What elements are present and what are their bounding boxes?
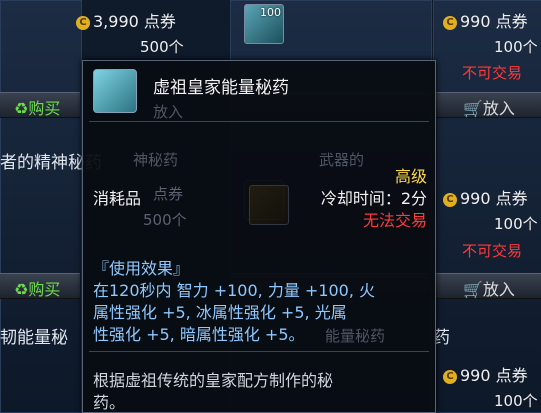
price-label-right-2: C 990 点券: [443, 185, 528, 209]
coin-icon: C: [76, 15, 90, 30]
effect-header: 『使用效果』: [93, 259, 190, 278]
cooldown-label: 冷却时间：2分: [320, 189, 427, 208]
bg-ghost-text: 武器的: [319, 151, 365, 169]
buy-button-label: ♻购买: [14, 280, 61, 299]
price-label-right-1: C 990 点券: [443, 8, 528, 32]
description-line: 根据虚祖传统的皇家配方制作的秘: [93, 371, 334, 390]
quantity-right-2: 100个: [494, 215, 538, 233]
bg-ghost-text: 500个: [143, 211, 187, 229]
buy-button[interactable]: ♻购买: [0, 92, 80, 118]
bg-item-icon: [249, 185, 289, 225]
bg-ghost-text: 放入: [153, 103, 184, 121]
divider: [89, 351, 429, 352]
coin-icon: C: [443, 192, 457, 207]
price-label-right-3: C 990 点券: [443, 362, 528, 386]
effect-line: 在120秒内 智力 +100, 力量 +100, 火: [93, 281, 376, 300]
putin-label: 🛒放入: [463, 99, 515, 118]
price-label: C 3,990 点券: [76, 8, 176, 32]
potion-icon: [93, 69, 137, 113]
left-shop-column: [0, 0, 82, 413]
quantity-label: 500个: [140, 38, 184, 56]
divider: [89, 121, 429, 122]
item-type: 消耗品: [93, 189, 142, 208]
potion-slot-icon[interactable]: 100: [244, 4, 284, 44]
trade-status: 无法交易: [362, 211, 427, 230]
untradable-label-1: 不可交易: [462, 64, 523, 82]
buy-button-2[interactable]: ♻购买: [0, 273, 80, 299]
grade-label: 高级: [394, 167, 427, 186]
section-title-2: 韧能量秘: [0, 328, 68, 348]
coin-icon: C: [443, 369, 457, 384]
cart-icon: 🛒: [463, 99, 483, 118]
buy-button-label: ♻购买: [14, 99, 61, 118]
cart-icon: 🛒: [463, 280, 483, 299]
effect-line: 属性强化 +5, 冰属性强化 +5, 光属: [93, 303, 347, 322]
description-line: 药。: [93, 393, 126, 412]
putin-label: 🛒放入: [463, 280, 515, 299]
item-tooltip: 虚祖皇家能量秘药 点券 500个 神秘药 武器的 放入 能量秘药 高级 消耗品 …: [82, 60, 436, 413]
bg-ghost-text: 神秘药: [133, 151, 179, 169]
effect-line: 性强化 +5, 暗属性强化 +5。: [93, 325, 305, 344]
item-name: 虚祖皇家能量秘药: [153, 78, 289, 98]
quantity-right-1: 100个: [494, 38, 538, 56]
untradable-label-2: 不可交易: [462, 242, 523, 260]
putin-button-2[interactable]: 🛒放入: [433, 273, 541, 299]
coin-icon: C: [443, 15, 457, 30]
slot-count: 100: [260, 6, 281, 19]
bg-ghost-text: 点券: [153, 185, 184, 203]
putin-button-1[interactable]: 🛒放入: [433, 92, 541, 118]
quantity-right-3: 100个: [494, 392, 538, 410]
bg-ghost-text: 能量秘药: [325, 327, 386, 345]
price-text: 3,990 点券: [93, 12, 176, 31]
